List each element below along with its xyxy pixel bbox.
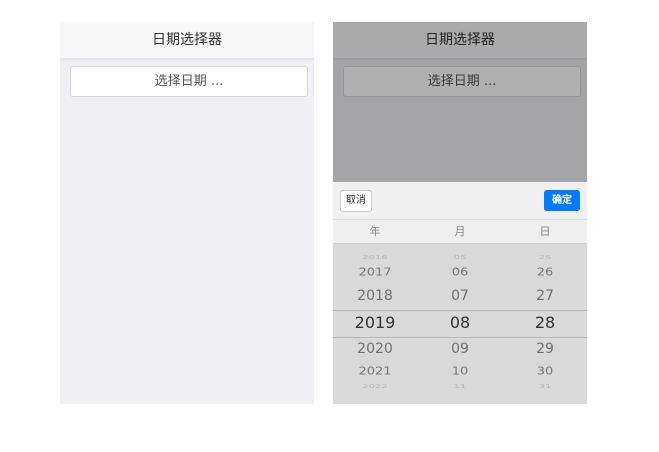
month-column-label: 月 (454, 225, 466, 238)
modal-mask[interactable] (333, 22, 587, 182)
year-option[interactable]: 2021 (333, 364, 417, 380)
month-option[interactable]: 09 (418, 339, 502, 359)
day-wheel[interactable]: 25 26 27 28 29 30 31 (503, 244, 587, 404)
month-option[interactable]: 10 (418, 364, 502, 380)
month-option[interactable]: 06 (418, 265, 502, 281)
month-option-selected[interactable]: 08 (418, 313, 502, 333)
day-option[interactable]: 31 (503, 382, 587, 393)
day-option[interactable]: 27 (503, 286, 587, 306)
day-option-selected[interactable]: 28 (503, 313, 587, 333)
right-phone-screen: 日期选择器 选择日期 ... 取消 确定 年 月 日 2016 2017 201… (333, 22, 587, 404)
year-option[interactable]: 2020 (333, 339, 417, 359)
left-phone-screen: 日期选择器 选择日期 ... (60, 22, 314, 404)
year-option-selected[interactable]: 2019 (333, 313, 417, 333)
month-option[interactable]: 11 (418, 382, 502, 393)
select-date-button[interactable]: 选择日期 ... (70, 66, 308, 97)
year-option[interactable]: 2016 (333, 253, 417, 264)
day-option[interactable]: 29 (503, 339, 587, 359)
year-option[interactable]: 2022 (333, 382, 417, 393)
picker-column-headers: 年 月 日 (333, 220, 587, 244)
year-wheel[interactable]: 2016 2017 2018 2019 2020 2021 2022 (333, 244, 417, 404)
day-option[interactable]: 30 (503, 364, 587, 380)
picker-toolbar: 取消 确定 (333, 182, 587, 220)
year-option[interactable]: 2018 (333, 286, 417, 306)
header-title: 日期选择器 (60, 22, 314, 59)
month-option[interactable]: 05 (418, 253, 502, 264)
month-option[interactable]: 07 (418, 286, 502, 306)
year-option[interactable]: 2017 (333, 265, 417, 281)
day-column-label: 日 (539, 225, 551, 238)
day-option[interactable]: 26 (503, 265, 587, 281)
cancel-button[interactable]: 取消 (340, 190, 372, 212)
confirm-button[interactable]: 确定 (544, 190, 580, 211)
day-option[interactable]: 25 (503, 253, 587, 264)
year-column-label: 年 (369, 225, 381, 238)
month-wheel[interactable]: 05 06 07 08 09 10 11 (418, 244, 502, 404)
picker-wheel-area: 2016 2017 2018 2019 2020 2021 2022 05 06… (333, 244, 587, 404)
date-picker: 取消 确定 年 月 日 2016 2017 2018 2019 2020 202… (333, 182, 587, 404)
